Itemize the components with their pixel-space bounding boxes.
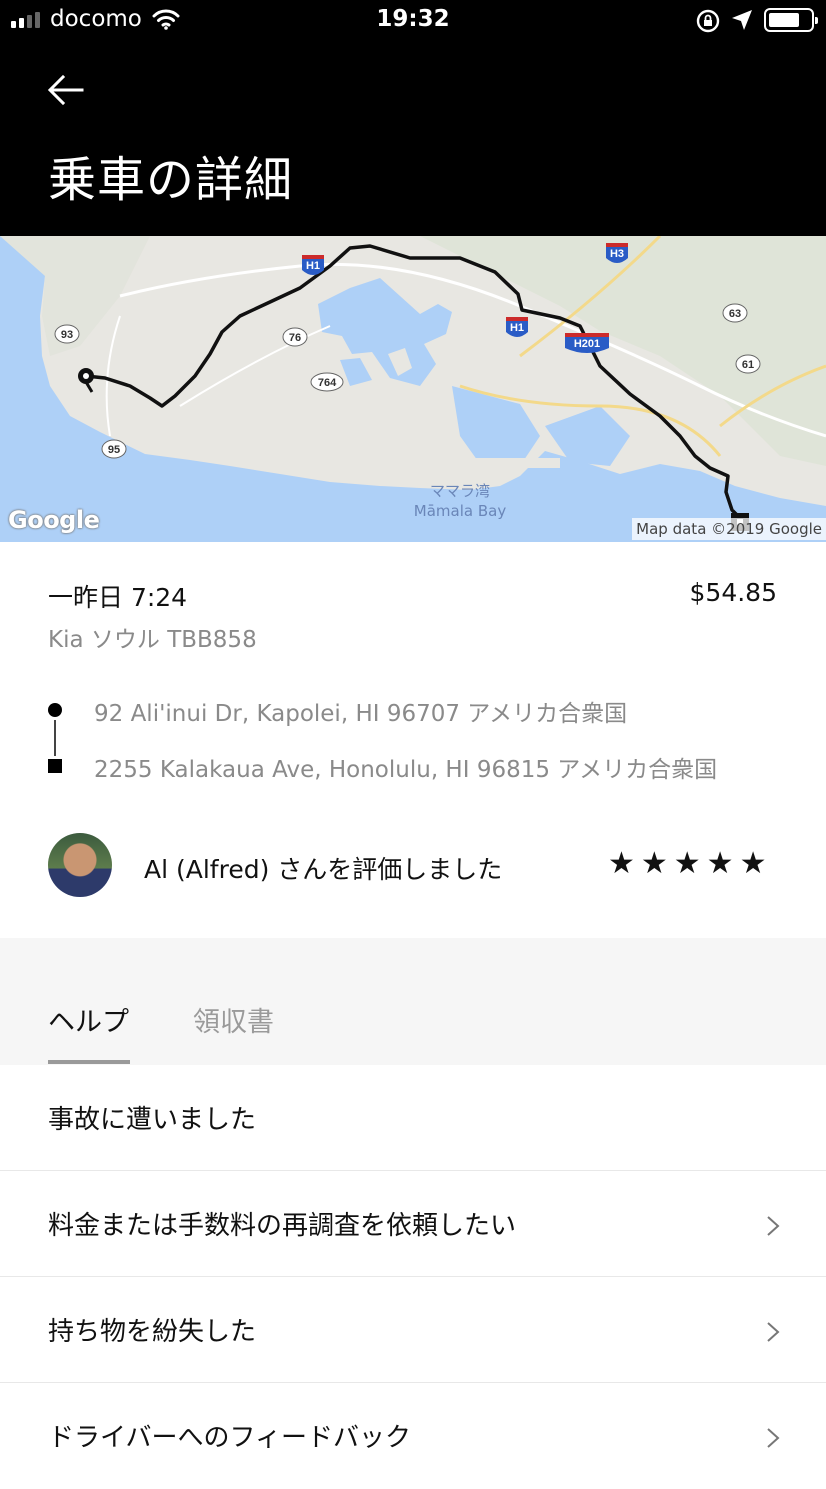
chevron-right-icon <box>767 1428 780 1448</box>
route-map[interactable]: H1 H3 H1 H201 93 76 764 95 63 61 ママラ湾 Mā… <box>0 236 826 542</box>
help-list: 事故に遭いました 料金または手数料の再調査を依頼したい 持ち物を紛失した ドライ… <box>0 1065 826 1489</box>
status-bar: docomo 19:32 <box>0 0 826 42</box>
tab-bar: ヘルプ 領収書 <box>0 938 826 1065</box>
help-item-lost-item[interactable]: 持ち物を紛失した <box>0 1277 826 1383</box>
rating-stars[interactable]: ★★★★★ <box>608 846 772 881</box>
svg-text:764: 764 <box>318 377 337 389</box>
svg-text:93: 93 <box>61 329 73 341</box>
route-connector <box>54 720 56 756</box>
svg-text:61: 61 <box>742 359 754 371</box>
svg-text:76: 76 <box>289 332 301 344</box>
help-item-label: ドライバーへのフィードバック <box>48 1423 411 1453</box>
help-item-label: 持ち物を紛失した <box>48 1317 257 1347</box>
help-item-driver-feedback[interactable]: ドライバーへのフィードバック <box>0 1383 826 1489</box>
svg-text:H3: H3 <box>610 248 624 260</box>
back-button[interactable] <box>46 72 86 108</box>
trip-datetime: 一昨日 7:24 <box>48 583 188 612</box>
svg-text:H201: H201 <box>574 338 600 350</box>
svg-text:63: 63 <box>729 308 741 320</box>
trip-summary: 一昨日 7:24 $54.85 Kia ソウル TBB858 92 Ali'in… <box>0 542 826 938</box>
map-attribution: Map data ©2019 Google <box>632 518 826 540</box>
svg-text:H1: H1 <box>510 322 524 334</box>
svg-text:H1: H1 <box>306 260 320 272</box>
chevron-right-icon <box>767 1322 780 1342</box>
dropoff-square-icon <box>48 759 62 773</box>
help-item-label: 事故に遭いました <box>48 1105 257 1135</box>
help-item-label: 料金または手数料の再調査を依頼したい <box>48 1211 517 1241</box>
tab-help[interactable]: ヘルプ <box>48 1000 129 1065</box>
pickup-dot-icon <box>48 703 62 717</box>
vehicle-info: Kia ソウル TBB858 <box>48 627 257 653</box>
pickup-address: 92 Ali'inui Dr, Kapolei, HI 96707 アメリカ合衆… <box>94 701 628 727</box>
rating-text: Al (Alfred) さんを評価しました <box>144 855 503 884</box>
active-tab-indicator <box>48 1060 130 1064</box>
page-header: 乗車の詳細 <box>0 42 826 236</box>
bay-label-ja: ママラ湾 <box>429 482 490 500</box>
driver-avatar <box>48 833 112 897</box>
arrow-left-icon <box>47 74 84 106</box>
bay-label: ママラ湾 Māmala Bay <box>400 481 520 521</box>
location-arrow-icon <box>730 8 754 36</box>
help-item-accident[interactable]: 事故に遭いました <box>0 1065 826 1171</box>
help-item-fare-review[interactable]: 料金または手数料の再調査を依頼したい <box>0 1171 826 1277</box>
chevron-right-icon <box>767 1216 780 1236</box>
google-logo: Google <box>8 506 100 534</box>
bay-label-en: Māmala Bay <box>413 502 507 520</box>
svg-text:95: 95 <box>108 444 120 456</box>
battery-icon <box>764 8 818 32</box>
tab-receipt[interactable]: 領収書 <box>193 1000 274 1065</box>
dropoff-address: 2255 Kalakaua Ave, Honolulu, HI 96815 アメ… <box>94 757 718 783</box>
orientation-lock-icon <box>695 8 721 38</box>
page-title: 乗車の詳細 <box>48 152 294 208</box>
trip-fare: $54.85 <box>689 578 777 607</box>
